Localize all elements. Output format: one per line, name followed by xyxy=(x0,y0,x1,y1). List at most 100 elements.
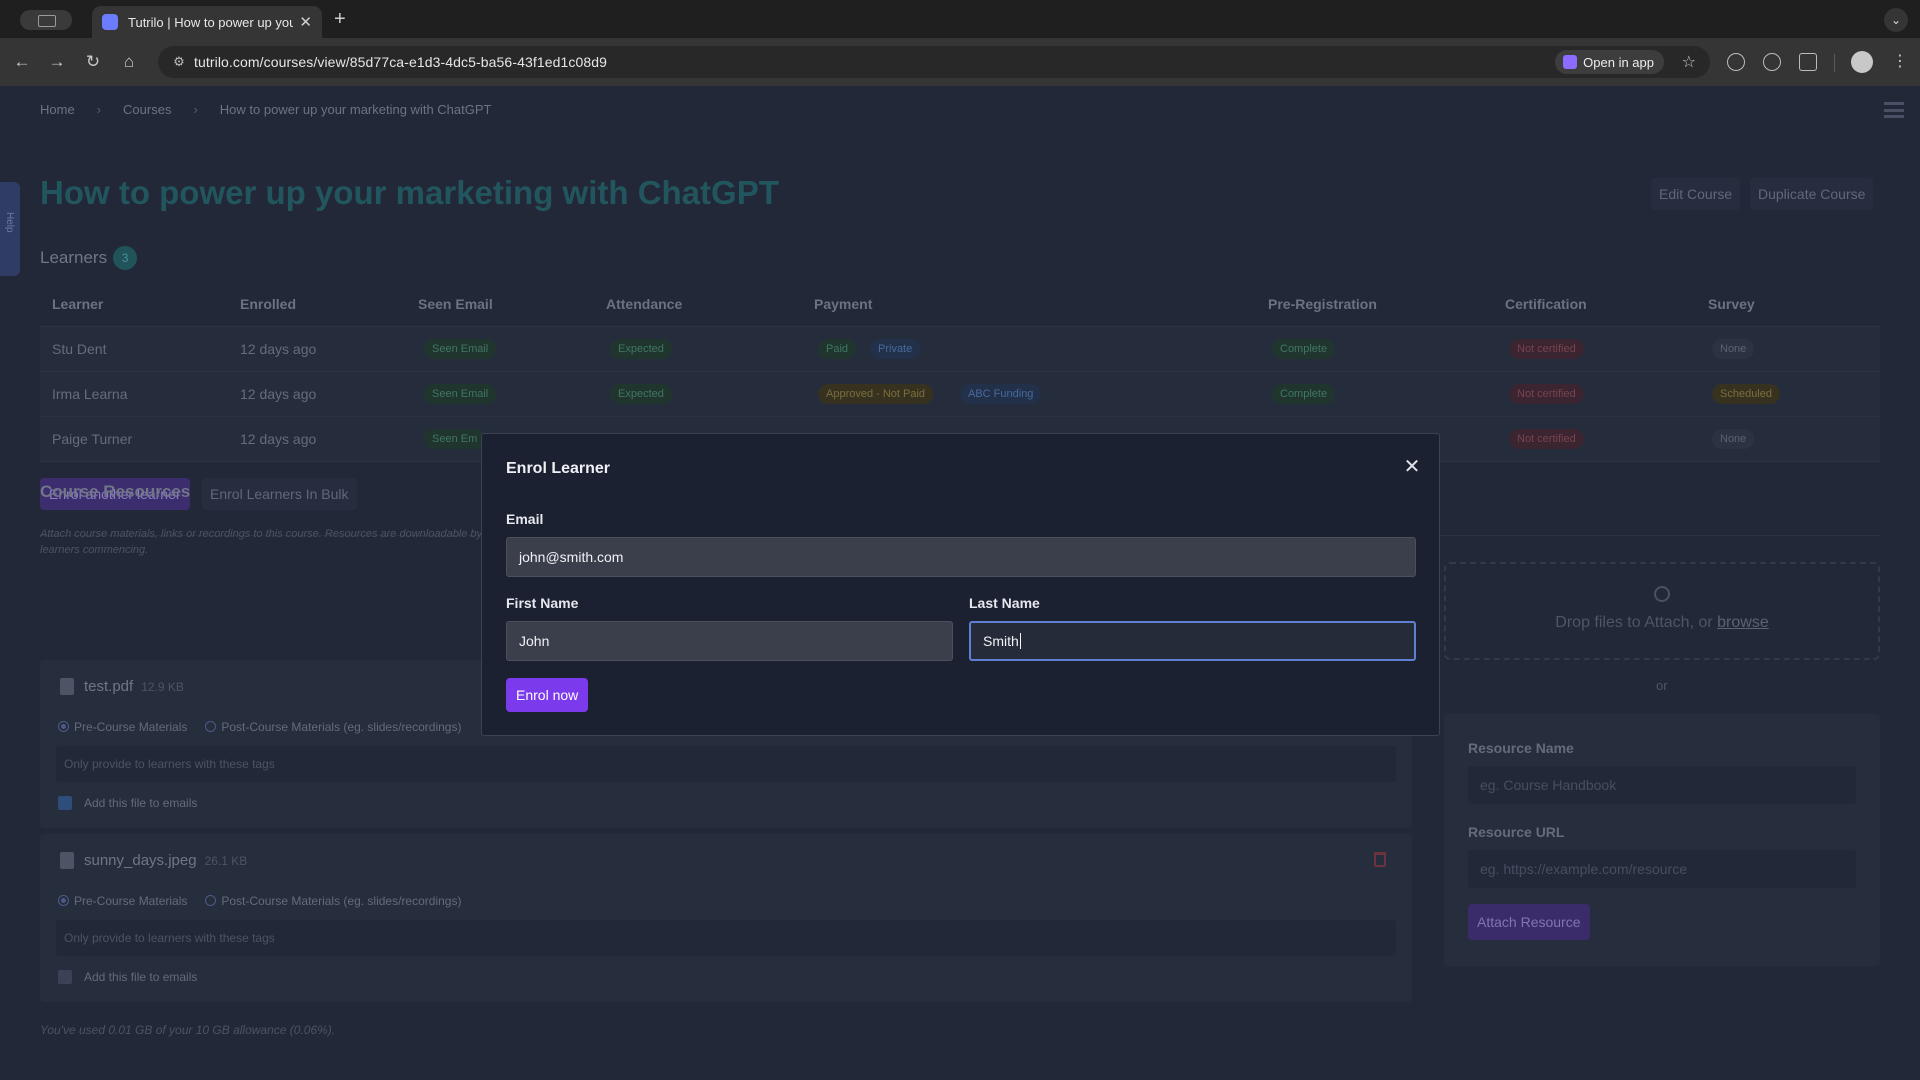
trash-icon[interactable] xyxy=(1374,852,1386,867)
first-name-field[interactable]: John xyxy=(506,621,953,661)
breadcrumb-courses[interactable]: Courses xyxy=(123,102,171,117)
enrolled-date: 12 days ago xyxy=(240,431,317,447)
upload-icon xyxy=(1654,586,1670,602)
chevron-right-icon: › xyxy=(96,102,102,117)
back-icon[interactable]: ← xyxy=(12,52,32,72)
avatar[interactable] xyxy=(1851,51,1873,73)
file-name-text: sunny_days.jpeg xyxy=(84,852,197,869)
site-info-icon[interactable]: ⚙ xyxy=(170,53,188,71)
pre-course-radio[interactable]: Pre-Course Materials xyxy=(58,894,187,908)
column-header[interactable]: Enrolled xyxy=(240,296,296,312)
resource-name-input[interactable]: eg. Course Handbook xyxy=(1468,766,1856,804)
open-in-app-button[interactable]: Open in app xyxy=(1555,50,1664,74)
post-course-radio[interactable]: Post-Course Materials (eg. slides/record… xyxy=(205,894,461,908)
learner-name[interactable]: Irma Learna xyxy=(52,386,127,402)
radio-icon xyxy=(205,721,217,732)
radio-selected-icon xyxy=(58,721,69,732)
drop-zone-text: Drop files to Attach, or browse xyxy=(1446,614,1878,632)
enrol-in-bulk-button[interactable]: Enrol Learners In Bulk xyxy=(202,478,357,510)
material-type-radio-group: Pre-Course Materials Post-Course Materia… xyxy=(58,720,461,734)
column-header[interactable]: Pre-Registration xyxy=(1268,296,1377,312)
side-tab-label: Help xyxy=(4,212,15,233)
post-course-radio[interactable]: Post-Course Materials (eg. slides/record… xyxy=(205,720,461,734)
help-side-tab[interactable]: Help xyxy=(0,182,20,276)
table-row[interactable]: Stu Dent 12 days ago Seen Email Expected… xyxy=(40,327,1880,372)
material-type-radio-group: Pre-Course Materials Post-Course Materia… xyxy=(58,894,461,908)
learner-name[interactable]: Paige Turner xyxy=(52,431,132,447)
email-field[interactable]: john@smith.com xyxy=(506,537,1416,577)
learner-name[interactable]: Stu Dent xyxy=(52,341,106,357)
menu-icon[interactable] xyxy=(1884,102,1904,118)
learners-heading: Learners 3 xyxy=(40,246,138,270)
close-tab-icon[interactable]: ✕ xyxy=(299,13,312,31)
status-badge: None xyxy=(1712,339,1755,359)
extension-icon[interactable] xyxy=(1763,53,1781,71)
status-badge: None xyxy=(1712,429,1755,449)
pre-course-radio[interactable]: Pre-Course Materials xyxy=(58,720,187,734)
storage-usage-note: You've used 0.01 GB of your 10 GB allowa… xyxy=(40,1023,336,1037)
status-badge: Paid xyxy=(818,339,857,359)
column-header[interactable]: Seen Email xyxy=(418,296,493,312)
status-badge: Complete xyxy=(1272,384,1336,404)
last-name-field[interactable]: Smith xyxy=(969,621,1416,661)
column-header[interactable]: Payment xyxy=(814,296,872,312)
enrol-learner-modal: Enrol Learner ✕ Email john@smith.com Fir… xyxy=(481,433,1440,736)
tags-input[interactable]: Only provide to learners with these tags xyxy=(56,746,1396,782)
radio-label: Pre-Course Materials xyxy=(74,720,188,734)
file-name[interactable]: sunny_days.jpeg 26.1 KB xyxy=(84,852,247,869)
column-header[interactable]: Certification xyxy=(1505,296,1587,312)
radio-label: Post-Course Materials (eg. slides/record… xyxy=(221,894,462,908)
browser-tab[interactable]: Tutrilo | How to power up your marketing… xyxy=(92,6,322,38)
chevron-down-icon[interactable]: ⌄ xyxy=(1884,8,1908,32)
checkbox-label: Add this file to emails xyxy=(84,796,198,810)
last-name-label: Last Name xyxy=(969,595,1040,611)
status-badge: Expected xyxy=(610,339,672,359)
toolbar-divider xyxy=(1834,54,1835,72)
column-header[interactable]: Attendance xyxy=(606,296,682,312)
status-badge: ABC Funding xyxy=(960,384,1042,404)
browse-link[interactable]: browse xyxy=(1717,614,1769,631)
column-header[interactable]: Survey xyxy=(1708,296,1755,312)
breadcrumb-home[interactable]: Home xyxy=(40,102,75,117)
browser-toolbar: ← → ↻ ⌂ ⚙ tutrilo.com/courses/view/85d77… xyxy=(0,38,1920,86)
app-icon xyxy=(1563,55,1578,69)
breadcrumb-current: How to power up your marketing with Chat… xyxy=(219,102,492,117)
add-to-emails-checkbox[interactable]: Add this file to emails xyxy=(58,796,197,810)
table-row[interactable]: Irma Learna 12 days ago Seen Email Expec… xyxy=(40,372,1880,417)
duplicate-course-button[interactable]: Duplicate Course xyxy=(1750,178,1874,210)
home-icon[interactable]: ⌂ xyxy=(119,52,139,72)
extension-icon[interactable] xyxy=(1727,53,1745,71)
column-header[interactable]: Learner xyxy=(52,296,103,312)
tab-title: Tutrilo | How to power up your marketing… xyxy=(128,14,294,30)
reload-icon[interactable]: ↻ xyxy=(83,52,103,72)
checkbox-label: Add this file to emails xyxy=(84,970,198,984)
attach-resource-button[interactable]: Attach Resource xyxy=(1468,904,1590,940)
resource-url-label: Resource URL xyxy=(1468,824,1565,840)
url-resource-card: Resource Name eg. Course Handbook Resour… xyxy=(1444,714,1880,966)
address-bar[interactable]: ⚙ tutrilo.com/courses/view/85d77ca-e1d3-… xyxy=(158,46,1710,78)
learners-count-badge: 3 xyxy=(113,246,138,270)
course-resources-description: Attach course materials, links or record… xyxy=(40,528,483,556)
tags-input[interactable]: Only provide to learners with these tags xyxy=(56,920,1396,956)
enrol-now-button[interactable]: Enrol now xyxy=(506,678,589,712)
forward-icon[interactable]: → xyxy=(47,52,67,72)
first-name-label: First Name xyxy=(506,595,579,611)
file-drop-zone[interactable]: Drop files to Attach, or browse xyxy=(1444,562,1880,660)
new-tab-icon[interactable]: + xyxy=(334,8,346,31)
bookmark-star-icon[interactable]: ☆ xyxy=(1682,52,1696,72)
close-icon[interactable]: ✕ xyxy=(1399,454,1425,480)
file-icon xyxy=(60,852,74,869)
more-vert-icon[interactable]: ⋮ xyxy=(1892,51,1908,71)
status-badge: Approved - Not Paid xyxy=(818,384,934,404)
puzzle-icon[interactable] xyxy=(1799,53,1817,71)
drop-text: Drop files to Attach, or xyxy=(1555,614,1713,631)
checkbox-icon xyxy=(58,970,72,984)
file-name[interactable]: test.pdf 12.9 KB xyxy=(84,678,184,695)
tab-search-icon[interactable] xyxy=(20,10,72,30)
chevron-right-icon: › xyxy=(193,102,198,117)
edit-course-button[interactable]: Edit Course xyxy=(1651,178,1741,210)
resource-url-input[interactable]: eg. https://example.com/resource xyxy=(1468,850,1856,888)
url-text: tutrilo.com/courses/view/85d77ca-e1d3-4d… xyxy=(194,54,608,70)
radio-selected-icon xyxy=(58,895,69,906)
add-to-emails-checkbox[interactable]: Add this file to emails xyxy=(58,970,197,984)
